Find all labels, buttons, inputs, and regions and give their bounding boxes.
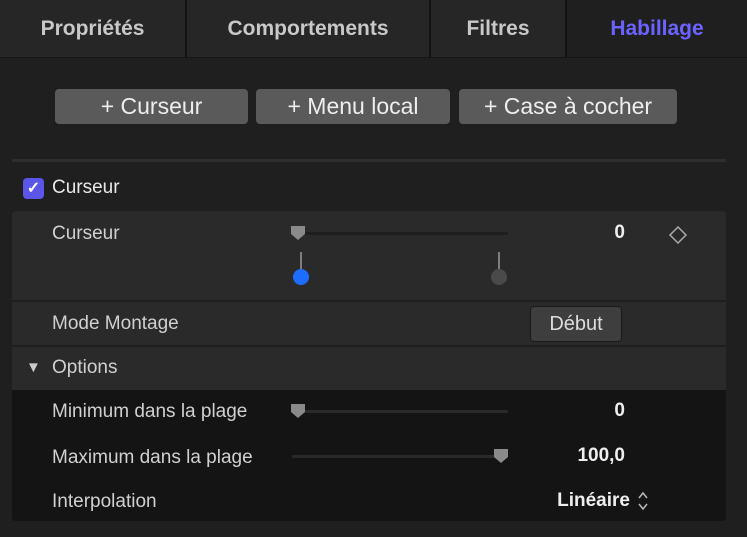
interpolation-value: Linéaire xyxy=(557,490,630,511)
tab-bar: Propriétés Comportements Filtres Habilla… xyxy=(0,0,747,58)
up-down-chevron-icon xyxy=(638,491,648,511)
max-slider-thumb[interactable] xyxy=(493,448,509,464)
max-label: Maximum dans la plage xyxy=(52,447,253,468)
options-header[interactable] xyxy=(12,347,726,390)
interpolation-popup[interactable]: Linéaire xyxy=(520,490,648,512)
max-value[interactable]: 100,0 xyxy=(545,445,625,467)
min-slider-thumb[interactable] xyxy=(290,403,306,419)
slider-thumb[interactable] xyxy=(290,225,306,241)
slider-track[interactable] xyxy=(292,232,508,235)
divider xyxy=(12,159,726,162)
min-label: Minimum dans la plage xyxy=(52,401,248,422)
options-label: Options xyxy=(52,357,118,378)
add-slider-button[interactable]: + Curseur xyxy=(55,89,248,124)
tab-rig[interactable]: Habillage xyxy=(567,0,747,57)
edit-mode-label: Mode Montage xyxy=(52,313,179,334)
max-slider-track[interactable] xyxy=(292,455,508,458)
add-popup-button[interactable]: + Menu local xyxy=(256,89,450,124)
keyframe-diamond-icon[interactable] xyxy=(668,225,688,245)
tab-filters[interactable]: Filtres xyxy=(431,0,567,57)
start-button[interactable]: Début xyxy=(530,306,622,342)
tab-properties[interactable]: Propriétés xyxy=(0,0,187,57)
disclosure-triangle-icon[interactable]: ▼ xyxy=(26,359,41,376)
section-checkbox[interactable]: ✓ xyxy=(23,178,44,199)
min-slider-track[interactable] xyxy=(292,410,508,413)
snapshot-knob-blue-icon[interactable] xyxy=(291,250,311,288)
add-checkbox-button[interactable]: + Case à cocher xyxy=(459,89,677,124)
interpolation-label: Interpolation xyxy=(52,491,157,512)
section-title: Curseur xyxy=(52,177,120,198)
slider-value[interactable]: 0 xyxy=(545,222,625,244)
slider-label: Curseur xyxy=(52,223,120,244)
snapshot-knob-gray-icon[interactable] xyxy=(489,250,509,288)
tab-behaviors[interactable]: Comportements xyxy=(187,0,431,57)
min-value[interactable]: 0 xyxy=(545,400,625,422)
